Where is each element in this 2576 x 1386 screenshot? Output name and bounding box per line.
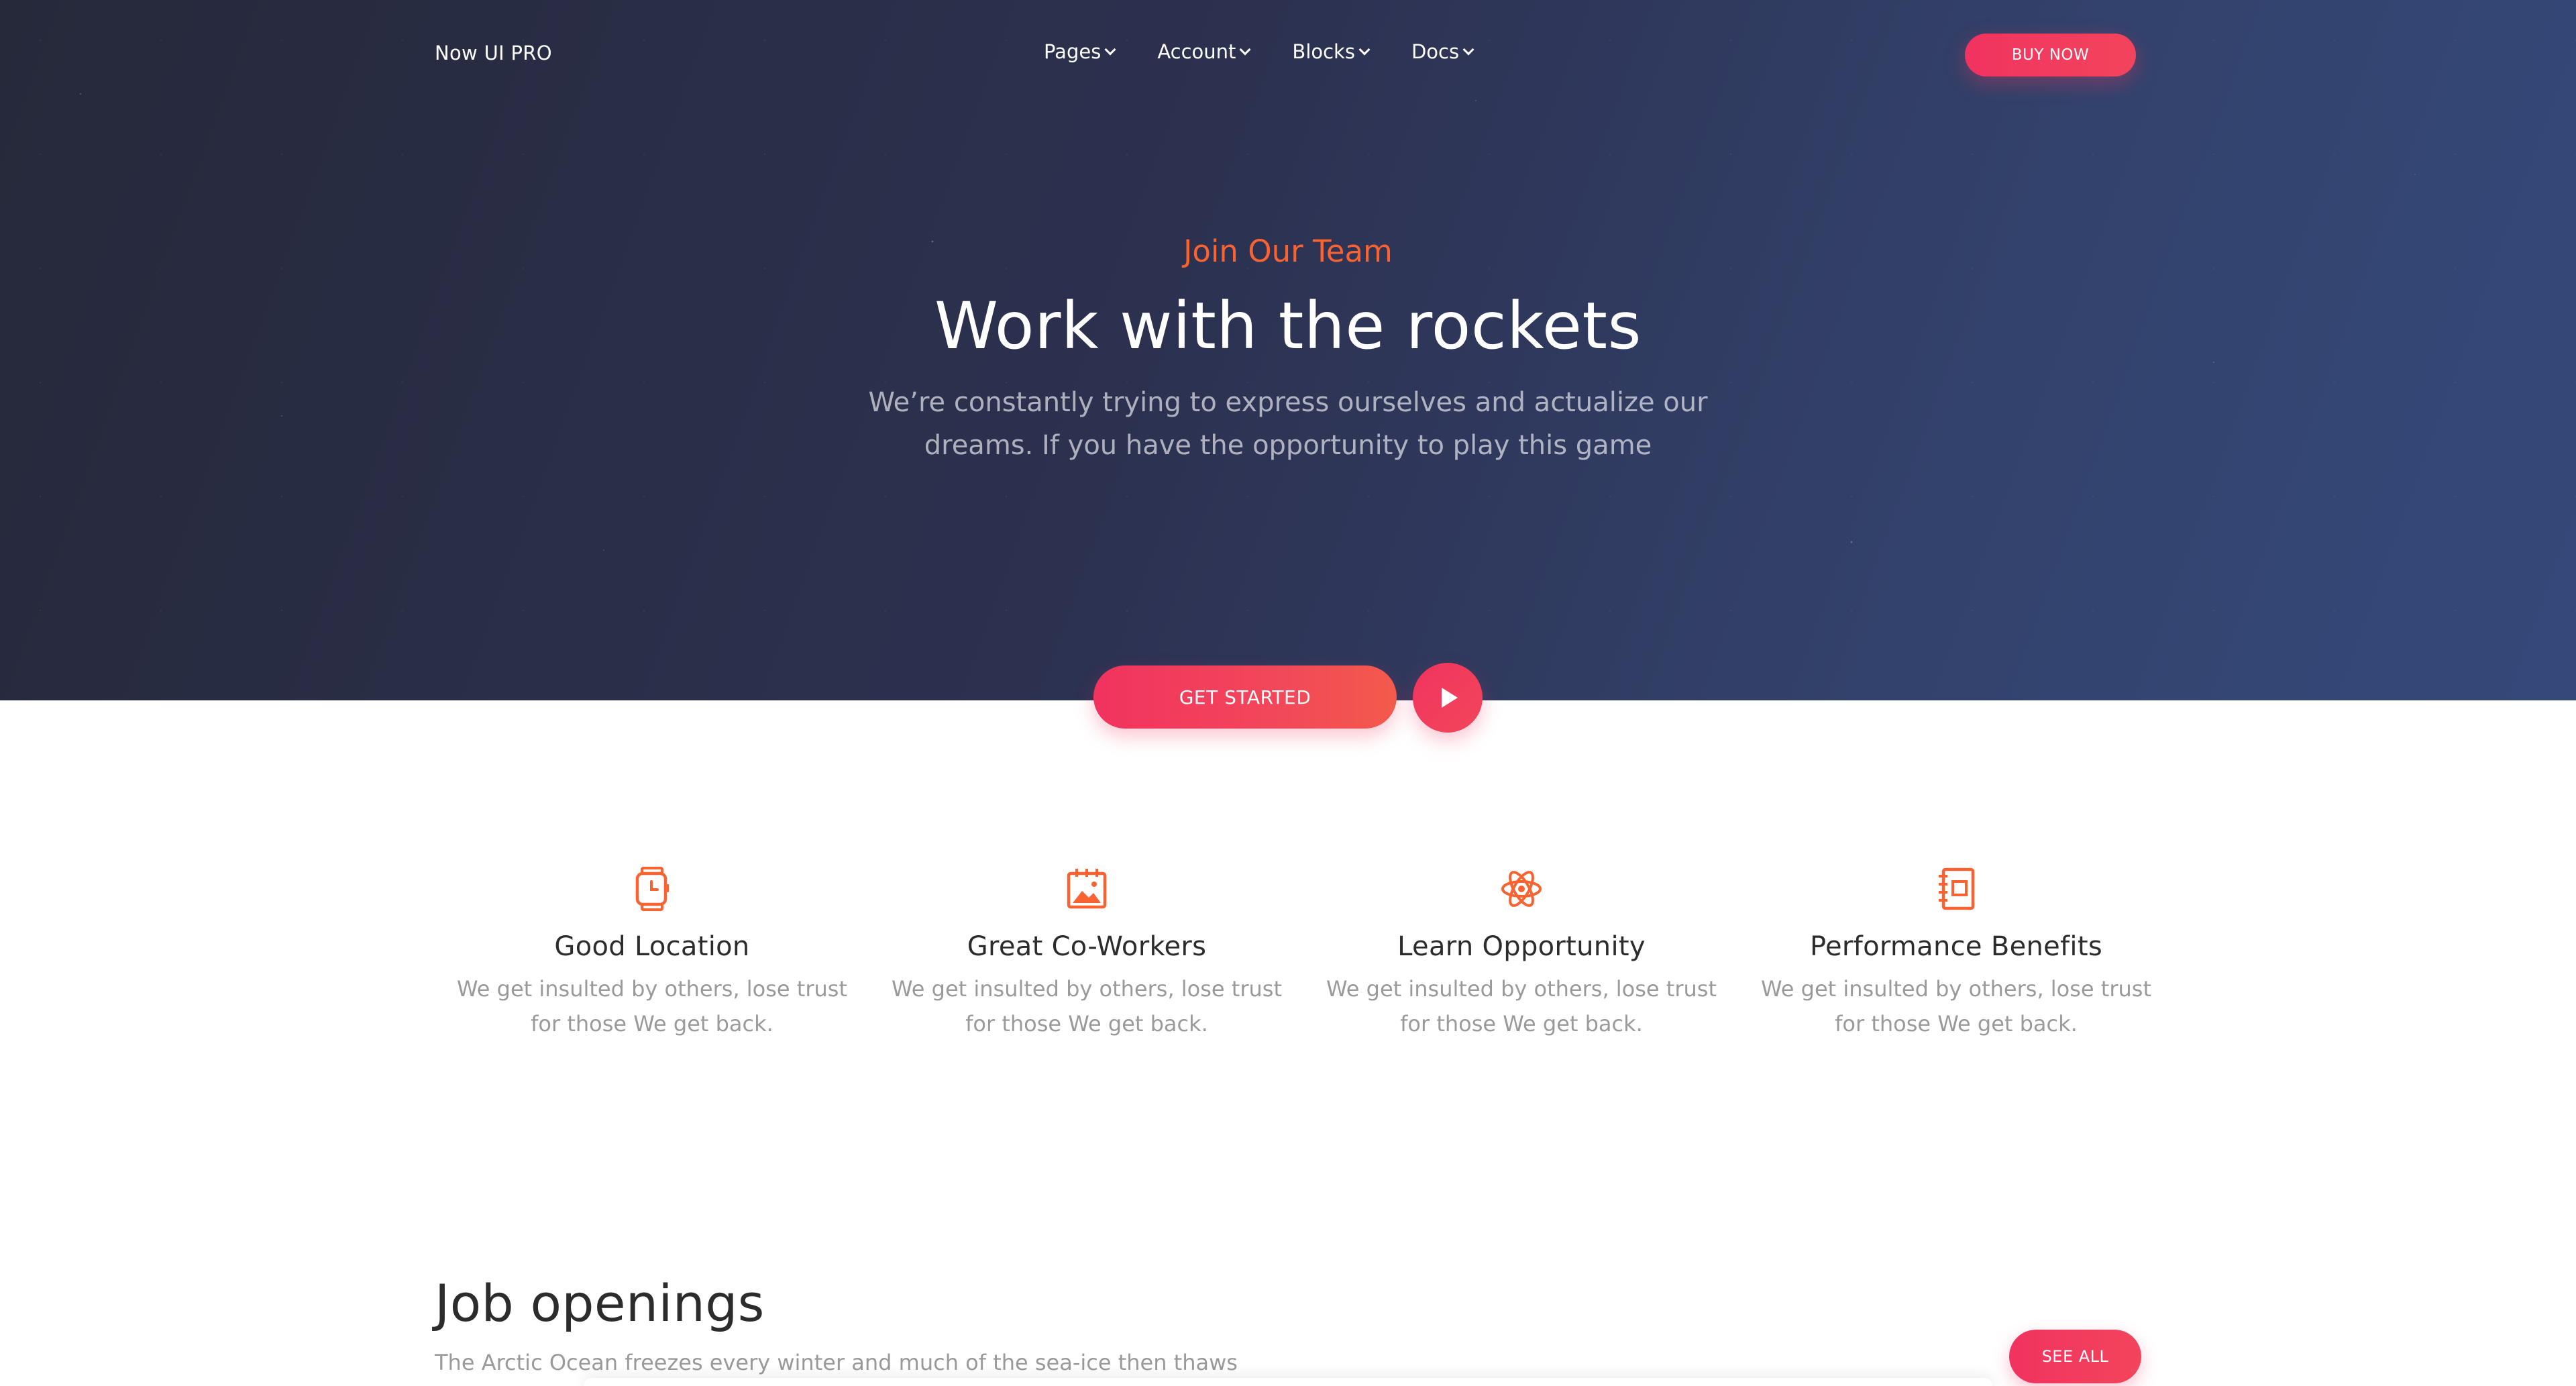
play-video-button[interactable] <box>1413 663 1483 733</box>
nav-links: Pages Account Blocks Docs <box>1044 40 1474 63</box>
nav-item-label: Blocks <box>1292 40 1355 63</box>
buy-now-button[interactable]: BUY NOW <box>1965 34 2136 76</box>
job-openings-title: Job openings <box>435 1273 765 1333</box>
feature-title: Performance Benefits <box>1810 931 2102 962</box>
chevron-down-icon <box>1104 44 1116 56</box>
feature-description: We get insulted by others, lose trust fo… <box>892 976 1282 1036</box>
feature-learn-opportunity: Learn Opportunity We get insulted by oth… <box>1304 865 1739 1080</box>
hero-description: We’re constantly trying to express ourse… <box>868 387 1708 461</box>
feature-good-location: Good Location We get insulted by others,… <box>435 865 869 1080</box>
notebook-icon <box>1939 867 1975 910</box>
image-calendar-icon <box>1067 869 1107 909</box>
feature-description: We get insulted by others, lose trust fo… <box>1761 976 2151 1036</box>
nav-item-pages[interactable]: Pages <box>1044 40 1116 63</box>
nav-item-label: Account <box>1157 40 1236 63</box>
feature-performance-benefits: Performance Benefits We get insulted by … <box>1739 865 2174 1080</box>
nav-item-label: Docs <box>1411 40 1460 63</box>
get-started-button[interactable]: GET STARTED <box>1093 665 1397 729</box>
job-openings-description: The Arctic Ocean freezes every winter an… <box>435 1350 1238 1375</box>
feature-description: We get insulted by others, lose trust fo… <box>1326 976 1717 1036</box>
chevron-down-icon <box>1462 44 1474 56</box>
nav-item-docs[interactable]: Docs <box>1411 40 1474 63</box>
feature-great-co-workers: Great Co-Workers We get insulted by othe… <box>869 865 1304 1080</box>
feature-description: We get insulted by others, lose trust fo… <box>457 976 847 1036</box>
see-all-button[interactable]: SEE ALL <box>2009 1330 2141 1383</box>
top-navbar: Now UI PRO Pages Account Blocks Docs BUY… <box>0 0 2576 110</box>
nav-item-label: Pages <box>1044 40 1102 63</box>
atom-icon <box>1501 871 1542 907</box>
feature-title: Learn Opportunity <box>1397 931 1646 962</box>
nav-item-account[interactable]: Account <box>1157 40 1251 63</box>
watch-icon <box>635 867 669 911</box>
features-section: Good Location We get insulted by others,… <box>435 865 2174 1080</box>
job-card <box>584 1378 1992 1386</box>
feature-title: Great Co-Workers <box>967 931 1207 962</box>
hero-kicker: Join Our Team <box>1183 233 1393 269</box>
chevron-down-icon <box>1239 44 1251 56</box>
play-icon <box>1442 688 1458 708</box>
hero-title: Work with the rockets <box>934 288 1642 364</box>
feature-title: Good Location <box>554 931 750 962</box>
brand-link[interactable]: Now UI PRO <box>435 42 552 64</box>
nav-item-blocks[interactable]: Blocks <box>1292 40 1371 63</box>
chevron-down-icon <box>1358 44 1371 56</box>
